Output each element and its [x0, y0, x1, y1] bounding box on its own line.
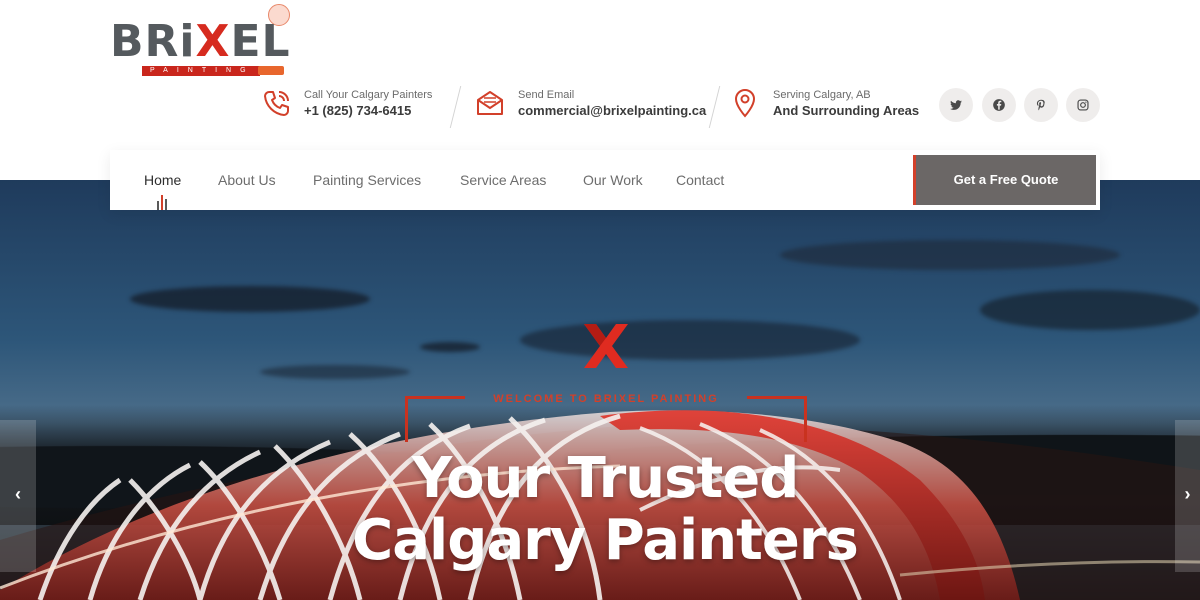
- pinterest-icon: [1036, 99, 1045, 111]
- hero-headline-line-1: Your Trusted: [411, 446, 800, 511]
- facebook-icon: [993, 99, 1005, 111]
- nav-item-service-areas[interactable]: Service Areas: [460, 172, 546, 188]
- brixel-logo[interactable]: BRiXEL PAINTING: [108, 4, 298, 82]
- hero-slider: ‹ › WELCOME TO BRIXEL PAINTING Your Trus…: [0, 180, 1200, 600]
- instagram-icon: [1077, 99, 1089, 111]
- location-pin-icon: [734, 89, 756, 118]
- nav-item-about-us[interactable]: About Us: [218, 172, 276, 188]
- envelope-icon: [477, 91, 503, 115]
- pinterest-link[interactable]: [1024, 88, 1058, 122]
- hero-kicker-frame: WELCOME TO BRIXEL PAINTING: [405, 393, 807, 444]
- instagram-link[interactable]: [1066, 88, 1100, 122]
- contact-location-value: And Surrounding Areas: [773, 103, 920, 118]
- active-paint-marker-icon: [157, 195, 167, 210]
- brixel-x-mark-icon: [584, 324, 628, 368]
- facebook-link[interactable]: [982, 88, 1016, 122]
- contact-phone-label: Call Your Calgary Painters: [304, 89, 433, 101]
- contact-phone[interactable]: Call Your Calgary Painters +1 (825) 734-…: [261, 86, 441, 128]
- hero-kicker: WELCOME TO BRIXEL PAINTING: [493, 393, 719, 405]
- paintbrush-icon: [258, 66, 284, 75]
- phone-icon: [264, 91, 289, 116]
- get-free-quote-button[interactable]: Get a Free Quote: [913, 155, 1096, 205]
- twitter-link[interactable]: [939, 88, 973, 122]
- header-divider: [449, 86, 462, 128]
- contact-location: Serving Calgary, AB And Surrounding Area…: [730, 86, 920, 128]
- contact-location-label: Serving Calgary, AB: [773, 89, 871, 101]
- logo-wordmark: BRiXEL: [110, 16, 291, 67]
- twitter-icon: [950, 100, 962, 110]
- nav-item-painting-services[interactable]: Painting Services: [313, 172, 421, 188]
- nav-item-home[interactable]: Home: [144, 172, 181, 188]
- contact-email-label: Send Email: [518, 89, 575, 101]
- contact-email[interactable]: Send Email commercial@brixelpainting.ca: [475, 86, 706, 128]
- hero-headline: Your Trusted Calgary Painters: [0, 448, 1200, 572]
- contact-phone-value[interactable]: +1 (825) 734-6415: [304, 103, 411, 118]
- logo-tagline: PAINTING: [142, 66, 260, 76]
- main-nav: Home About Us Painting Services Service …: [110, 150, 1100, 210]
- nav-item-our-work[interactable]: Our Work: [583, 172, 643, 188]
- nav-item-contact[interactable]: Contact: [676, 172, 724, 188]
- contact-email-value[interactable]: commercial@brixelpainting.ca: [518, 103, 706, 118]
- hero-headline-line-2: Calgary Painters: [352, 508, 859, 573]
- header-divider: [708, 86, 721, 128]
